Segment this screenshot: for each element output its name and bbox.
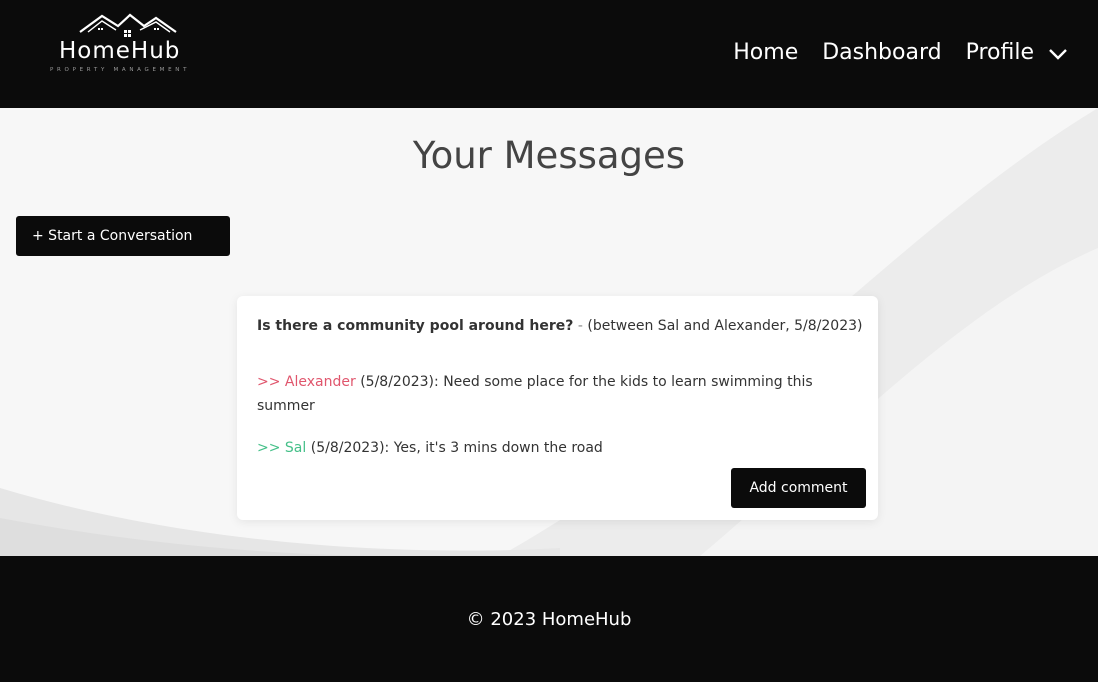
- message-arrows: >>: [257, 374, 281, 390]
- message-item: >> Alexander (5/8/2023): Need some place…: [257, 370, 847, 418]
- thread-meta: (between Sal and Alexander, 5/8/2023): [587, 318, 863, 334]
- site-footer: © 2023 HomeHub: [0, 556, 1098, 682]
- nav-profile-label: Profile: [965, 40, 1034, 65]
- homehub-logo[interactable]: HomeHub PROPERTY MANAGEMENT: [48, 12, 212, 78]
- main-content: Your Messages + Start a Conversation Is …: [0, 108, 1098, 556]
- thread-subject: Is there a community pool around here?: [257, 318, 574, 334]
- message-date: (5/8/2023):: [310, 440, 390, 456]
- main-nav: Home Dashboard Profile: [709, 40, 1068, 65]
- message-author: Alexander: [284, 374, 356, 390]
- house-roof-icon: [79, 13, 177, 37]
- message-author: Sal: [284, 440, 307, 456]
- message-date: (5/8/2023):: [360, 374, 439, 390]
- nav-profile[interactable]: Profile: [966, 40, 1068, 65]
- page-title: Your Messages: [412, 134, 686, 177]
- message-item: >> Sal (5/8/2023): Yes, it's 3 mins down…: [257, 436, 847, 460]
- chevron-down-icon: [1049, 48, 1067, 60]
- add-comment-button[interactable]: Add comment: [731, 468, 866, 508]
- nav-dashboard[interactable]: Dashboard: [822, 40, 941, 65]
- nav-home[interactable]: Home: [733, 40, 798, 65]
- brand-tagline: PROPERTY MANAGEMENT: [50, 67, 191, 73]
- message-arrows: >>: [257, 440, 281, 456]
- conversation-card: Is there a community pool around here? -…: [237, 296, 878, 520]
- site-header: HomeHub PROPERTY MANAGEMENT Home Dashboa…: [0, 0, 1098, 108]
- thread-separator: -: [573, 318, 588, 334]
- brand-name: HomeHub: [59, 38, 181, 64]
- start-conversation-button[interactable]: + Start a Conversation: [16, 216, 230, 256]
- thread-header: Is there a community pool around here? -…: [257, 318, 862, 334]
- message-text: Yes, it's 3 mins down the road: [393, 440, 603, 456]
- copyright-text: © 2023 HomeHub: [466, 609, 632, 630]
